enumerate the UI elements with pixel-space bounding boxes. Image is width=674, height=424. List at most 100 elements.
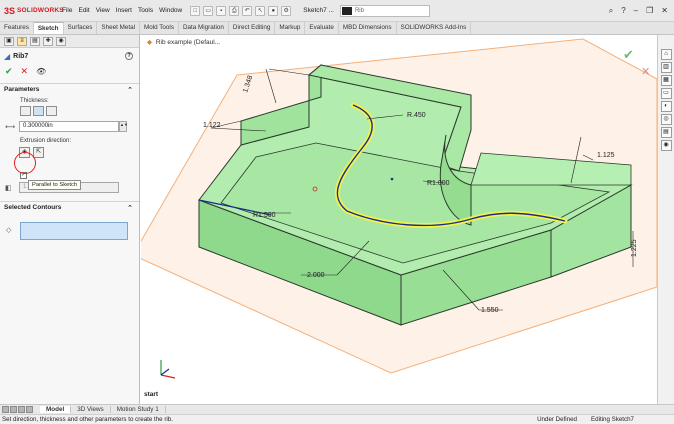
dimension-d5[interactable]: R1.000: [427, 180, 450, 187]
dimxpert-icon[interactable]: ✚: [43, 37, 53, 46]
tab-data-migration[interactable]: Data Migration: [179, 22, 229, 34]
tab-markup[interactable]: Markup: [275, 22, 306, 34]
selected-contours-label: Selected Contours: [4, 204, 62, 211]
thickness-input[interactable]: 0.300000in: [19, 121, 119, 132]
appearances-icon[interactable]: ◎: [660, 114, 672, 125]
tooltip: Parallel to Sketch: [28, 180, 82, 190]
last-tab-icon[interactable]: [26, 406, 33, 413]
preview-eye-icon[interactable]: 👁: [36, 67, 46, 76]
tab-mbd-dimensions[interactable]: MBD Dimensions: [339, 22, 397, 34]
search-scope-icon: [341, 6, 352, 15]
dimension-d2[interactable]: 1.122: [203, 122, 221, 129]
resources-icon[interactable]: ▥: [660, 62, 672, 73]
view-palette-icon[interactable]: ◐: [660, 101, 672, 112]
chevron-up-icon[interactable]: ⌃: [127, 86, 133, 94]
tab-evaluate[interactable]: Evaluate: [305, 22, 339, 34]
menu-window[interactable]: Window: [159, 7, 182, 14]
ok-cancel-row: ✔ ✕ 👁: [0, 64, 139, 78]
solidworks-logo[interactable]: 3S SOLIDWORKS: [0, 6, 64, 16]
tab-model[interactable]: Model: [40, 406, 72, 413]
sketch-origin-point: [390, 177, 394, 181]
draft-icon[interactable]: ◧: [5, 184, 15, 192]
second-side-button[interactable]: [46, 106, 57, 116]
title-bar: 3S SOLIDWORKS File Edit View Insert Tool…: [0, 0, 674, 22]
chevron-up-icon[interactable]: ⌃: [127, 204, 133, 212]
confirm-ok-icon[interactable]: ✔: [623, 47, 634, 62]
editing-mode: Editing Sketch7: [591, 416, 634, 423]
menu-file[interactable]: File: [62, 7, 72, 14]
rib-feature-icon: ◢: [4, 51, 11, 61]
display-manager-icon[interactable]: ◉: [56, 37, 66, 46]
graphics-area[interactable]: ◆ Rib example (Defaul... 1.348 1.122 R.4…: [141, 35, 657, 404]
dimension-d7[interactable]: 2.000: [307, 272, 325, 279]
contour-selection-icon: ◇: [6, 227, 12, 234]
ok-checkmark-icon[interactable]: ✔: [5, 66, 13, 77]
print-icon[interactable]: ⎙: [229, 5, 240, 16]
rebuild-icon[interactable]: ●: [268, 5, 279, 16]
tab-sheet-metal[interactable]: Sheet Metal: [97, 22, 140, 34]
tab-sketch[interactable]: Sketch: [33, 22, 64, 34]
undo-icon[interactable]: ↶: [242, 5, 253, 16]
cancel-x-icon[interactable]: ✕: [21, 66, 29, 77]
confirm-cancel-icon[interactable]: ✕: [641, 66, 650, 78]
options-icon[interactable]: ⚙: [281, 5, 292, 16]
restore-icon[interactable]: ❐: [646, 6, 653, 16]
tab-solidworks-addins[interactable]: SOLIDWORKS Add-Ins: [397, 22, 472, 34]
help-icon[interactable]: ?: [621, 6, 625, 16]
menu-edit[interactable]: Edit: [78, 7, 89, 14]
feature-title: Rib7: [13, 52, 29, 60]
property-manager-header: ◢ Rib7 ?: [0, 48, 139, 64]
normal-to-sketch-button[interactable]: ⇱: [33, 147, 44, 158]
dimension-d6[interactable]: R1.500: [253, 212, 276, 219]
first-side-button[interactable]: [20, 106, 31, 116]
next-tab-icon[interactable]: [18, 406, 25, 413]
search-icon[interactable]: ⌕: [609, 6, 613, 16]
tab-mold-tools[interactable]: Mold Tools: [140, 22, 179, 34]
panel-tabs: ▣ ≡ ▤ ✚ ◉: [0, 35, 139, 48]
configuration-manager-icon[interactable]: ▤: [30, 37, 40, 46]
menu-tools[interactable]: Tools: [138, 7, 153, 14]
minimize-icon[interactable]: –: [634, 6, 638, 16]
menu-view[interactable]: View: [96, 7, 110, 14]
open-icon[interactable]: ▭: [203, 5, 214, 16]
selected-contours-listbox[interactable]: [20, 222, 128, 240]
model-viewport[interactable]: 1.348 1.122 R.450 1.125 R1.000 R1.500 2.…: [141, 35, 657, 404]
thickness-spinner[interactable]: ▲▼: [119, 121, 128, 132]
close-icon[interactable]: ✕: [661, 6, 668, 16]
help-button[interactable]: ?: [125, 52, 133, 60]
status-bar: Set direction, thickness and other param…: [0, 414, 674, 424]
bottom-tabs: Model 3D Views Motion Study 1: [0, 404, 674, 414]
first-tab-icon[interactable]: [2, 406, 9, 413]
tab-surfaces[interactable]: Surfaces: [64, 22, 98, 34]
tab-features[interactable]: Features: [0, 22, 34, 34]
save-icon[interactable]: ▪: [216, 5, 227, 16]
selected-contours-header[interactable]: Selected Contours ⌃: [0, 201, 139, 213]
home-icon[interactable]: ⌂: [660, 49, 672, 60]
prev-tab-icon[interactable]: [10, 406, 17, 413]
parameters-section-header[interactable]: Parameters ⌃: [0, 83, 139, 95]
property-manager-panel: ▣ ≡ ▤ ✚ ◉ ◢ Rib7 ? ✔ ✕ 👁 Parameters ⌃ Th…: [0, 35, 140, 404]
custom-properties-icon[interactable]: ▤: [660, 127, 672, 138]
feature-manager-icon[interactable]: ▣: [4, 37, 14, 46]
dimension-d3[interactable]: R.450: [407, 112, 426, 119]
document-title: Sketch7 ...: [303, 7, 334, 14]
search-input[interactable]: Rib: [339, 4, 430, 17]
dimension-d9[interactable]: 1.225: [631, 239, 638, 257]
tab-motion-study-1[interactable]: Motion Study 1: [111, 406, 166, 413]
new-icon[interactable]: □: [190, 5, 201, 16]
both-sides-button[interactable]: [33, 106, 44, 116]
select-icon[interactable]: ↖: [255, 5, 266, 16]
file-explorer-icon[interactable]: ▭: [660, 88, 672, 99]
tab-3d-views[interactable]: 3D Views: [71, 406, 111, 413]
property-manager-icon[interactable]: ≡: [17, 37, 27, 46]
forum-icon[interactable]: ◉: [660, 140, 672, 151]
menu-insert[interactable]: Insert: [116, 7, 132, 14]
window-controls: ⌕ ? – ❐ ✕: [609, 6, 674, 16]
dimension-d8[interactable]: 1.550: [481, 307, 499, 314]
dimension-d4[interactable]: 1.125: [597, 152, 615, 159]
thickness-field-row: ⟷ 0.300000in ▲▼: [0, 121, 139, 132]
parameters-label: Parameters: [4, 86, 40, 93]
design-library-icon[interactable]: ▦: [660, 75, 672, 86]
view-triad-icon: [160, 360, 176, 379]
tab-direct-editing[interactable]: Direct Editing: [229, 22, 276, 34]
